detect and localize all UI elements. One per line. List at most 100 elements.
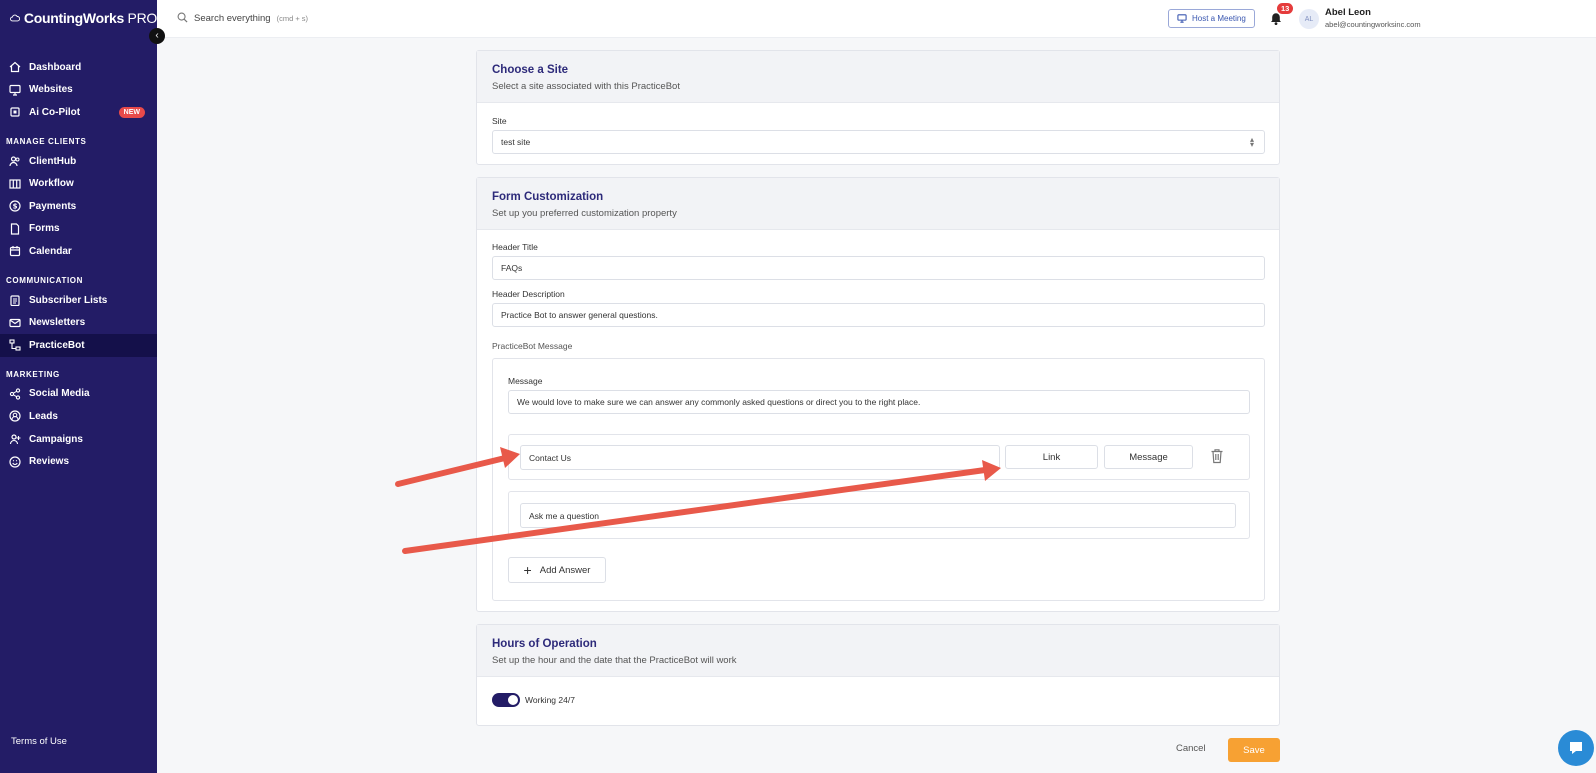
columns-icon [9,178,21,190]
trash-icon[interactable] [1210,448,1224,464]
sidebar-item-label: Ai Co-Pilot [29,106,81,118]
sidebar-item-payments[interactable]: $ Payments [0,195,157,218]
sidebar-nav: Dashboard Websites Ai Co-Pilot NEW MANAG… [0,56,157,473]
card-subtitle: Set up the hour and the date that the Pr… [492,655,737,666]
user-circle-icon [9,410,21,423]
section-title-communication: COMMUNICATION [6,275,83,285]
cloud-logo-icon [10,14,20,22]
search-bar[interactable]: Search everything (cmd + s) [177,12,308,26]
document-icon [9,223,21,235]
sidebar-item-label: Forms [29,223,60,235]
sidebar-item-label: Workflow [29,178,74,190]
clipboard-icon [9,294,21,307]
home-icon [9,61,21,73]
brand[interactable]: CountingWorks PRO [0,0,157,36]
monitor-icon [9,84,21,96]
sidebar-item-social-media[interactable]: Social Media [0,383,157,406]
smile-icon [9,456,21,468]
message-input[interactable]: We would love to make sure we can answer… [508,390,1250,414]
sidebar-item-label: Payments [29,200,77,212]
choose-site-card: Choose a Site Select a site associated w… [476,50,1280,165]
chat-icon [1570,742,1582,754]
search-placeholder: Search everything [194,13,271,24]
header-description-label: Header Description [492,289,565,299]
terms-of-use-link[interactable]: Terms of Use [11,736,67,747]
sidebar-item-label: PracticeBot [29,339,85,351]
plus-icon: + [523,562,532,578]
card-header: Form Customization Set up you preferred … [477,178,1279,230]
site-select-value: test site [501,137,531,147]
message-panel: Message We would love to make sure we ca… [492,358,1265,601]
add-answer-button[interactable]: + Add Answer [508,557,606,583]
site-select[interactable]: test site ▴ ▾ [492,130,1265,154]
message-label: Message [508,376,543,386]
users-icon [9,155,21,167]
sidebar-item-subscriber-lists[interactable]: Subscriber Lists [0,289,157,312]
answer-input[interactable]: Contact Us [520,445,1000,470]
message-button[interactable]: Message [1104,445,1193,469]
share-icon [9,388,21,400]
sidebar-item-label: Leads [29,410,58,422]
chip-icon [9,106,21,118]
host-meeting-button[interactable]: Host a Meeting [1168,9,1255,28]
sidebar-item-label: Reviews [29,456,70,468]
header-title-label: Header Title [492,242,538,252]
sidebar-item-campaigns[interactable]: Campaigns [0,428,157,451]
sidebar-item-label: Social Media [29,388,90,400]
cancel-button[interactable]: Cancel [1176,743,1206,754]
sidebar-item-workflow[interactable]: Workflow [0,172,157,195]
working-24-7-toggle[interactable] [492,693,520,707]
sidebar-item-leads[interactable]: Leads [0,405,157,428]
sidebar-item-ai-copilot[interactable]: Ai Co-Pilot NEW [0,101,157,124]
new-badge: NEW [118,106,145,118]
avatar[interactable]: AL [1299,9,1319,29]
link-button[interactable]: Link [1005,445,1098,469]
sidebar-item-clienthub[interactable]: ClientHub [0,150,157,173]
sidebar: CountingWorks PRO Dashboard Websites Ai … [0,0,157,773]
toggle-knob [508,695,518,705]
section-title-manage-clients: MANAGE CLIENTS [6,136,87,146]
card-subtitle: Select a site associated with this Pract… [492,81,680,92]
card-title: Hours of Operation [492,638,597,650]
header-description-input[interactable]: Practice Bot to answer general questions… [492,303,1265,327]
sidebar-item-label: Subscriber Lists [29,294,108,306]
card-subtitle: Set up you preferred customization prope… [492,208,677,219]
search-shortcut-hint: (cmd + s) [276,14,309,23]
sidebar-item-forms[interactable]: Forms [0,218,157,241]
sidebar-item-label: Newsletters [29,317,86,329]
form-customization-card: Form Customization Set up you preferred … [476,177,1280,612]
calendar-icon [9,245,21,257]
sidebar-item-newsletters[interactable]: Newsletters [0,311,157,334]
dollar-icon: $ [9,200,21,212]
sidebar-item-practicebot[interactable]: PracticeBot [0,333,157,357]
sidebar-item-label: Dashboard [29,61,82,73]
add-answer-label: Add Answer [539,564,591,576]
brand-name: CountingWorks PRO [23,10,157,26]
select-arrows-icon: ▴ ▾ [1249,135,1254,149]
card-title: Form Customization [492,191,604,203]
mail-icon [9,317,21,329]
sidebar-item-label: Calendar [29,245,72,257]
card-header: Choose a Site Select a site associated w… [477,51,1279,103]
sidebar-item-websites[interactable]: Websites [0,79,157,102]
answer-row: Ask me a question [508,491,1250,539]
answer-input[interactable]: Ask me a question [520,503,1236,528]
header-title-input[interactable]: FAQs [492,256,1265,280]
working-24-7-label: Working 24/7 [525,695,575,705]
card-header: Hours of Operation Set up the hour and t… [477,625,1279,677]
sitemap-icon [9,339,21,351]
user-name[interactable]: Abel Leon [1325,7,1371,18]
sidebar-item-label: Campaigns [29,433,83,445]
sidebar-item-calendar[interactable]: Calendar [0,240,157,263]
chat-support-button[interactable] [1558,730,1594,766]
top-bar: Search everything (cmd + s) [157,0,1596,38]
save-button[interactable]: Save [1228,738,1280,762]
card-title: Choose a Site [492,64,569,76]
collapse-sidebar-button[interactable]: ‹ [149,28,165,44]
sidebar-item-label: Websites [29,84,73,96]
site-label: Site [492,116,507,126]
sidebar-item-reviews[interactable]: Reviews [0,450,157,473]
sidebar-item-dashboard[interactable]: Dashboard [0,56,157,79]
sidebar-item-label: ClientHub [29,155,77,167]
user-plus-icon [9,433,21,445]
